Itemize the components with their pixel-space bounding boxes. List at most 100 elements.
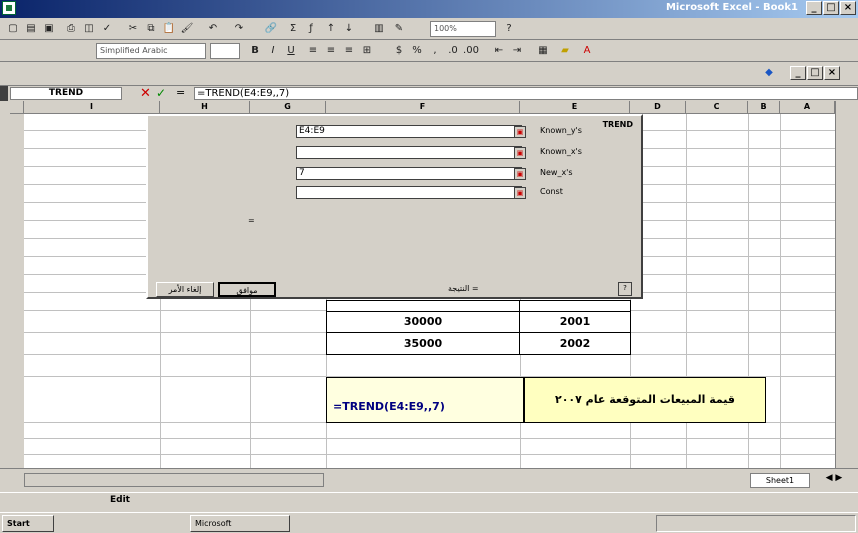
taskbar-button-excel[interactable]: Microsoft: [190, 515, 290, 532]
name-box[interactable]: TREND: [10, 87, 122, 100]
table-cell-value[interactable]: 35000: [326, 332, 520, 355]
redo-icon[interactable]: ↷: [230, 21, 248, 37]
print-preview-icon[interactable]: ◫: [80, 21, 98, 37]
new-icon[interactable]: ▢: [4, 21, 22, 37]
reviewing-toolbar: ◆ _ □ ×: [0, 62, 858, 86]
grid-line: [24, 454, 835, 455]
currency-icon[interactable]: $: [390, 43, 408, 59]
sheet-nav-arrows[interactable]: ◀ ▶: [812, 473, 856, 488]
merge-center-icon[interactable]: ⊞: [358, 43, 376, 59]
function-arguments-dialog: TREND E4:E9 ▣ Known_y's ▣ Known_x's 7 ▣ …: [146, 114, 643, 299]
font-size-select[interactable]: [210, 43, 240, 59]
start-button[interactable]: Start: [2, 515, 54, 532]
formula-input[interactable]: =TREND(E4:E9,,7): [194, 87, 858, 100]
collapse-dialog-icon[interactable]: ▣: [514, 147, 526, 159]
column-header-d[interactable]: D: [630, 101, 686, 114]
hyperlink-icon[interactable]: 🔗: [262, 21, 280, 37]
save-icon[interactable]: ▣: [40, 21, 58, 37]
open-icon[interactable]: ▤: [22, 21, 40, 37]
column-header-e[interactable]: E: [520, 101, 630, 114]
const-label: Const: [540, 187, 563, 196]
ok-button[interactable]: موافق: [218, 282, 276, 297]
const-input[interactable]: [296, 186, 522, 199]
align-right-icon[interactable]: ≡: [340, 43, 358, 59]
equals-icon[interactable]: =: [176, 86, 185, 99]
drawing-icon[interactable]: ✎: [390, 21, 408, 37]
bold-icon[interactable]: B: [246, 43, 264, 59]
font-name-select[interactable]: Simplified Arabic: [96, 43, 206, 59]
close-button[interactable]: ×: [840, 1, 856, 15]
title-bar: Microsoft Excel - Book1 _ □ ×: [0, 0, 858, 18]
known-ys-input[interactable]: E4:E9: [296, 125, 522, 138]
collapse-dialog-icon[interactable]: ▣: [514, 187, 526, 199]
column-header-g[interactable]: G: [250, 101, 326, 114]
column-header-a[interactable]: A: [780, 101, 835, 114]
decrease-decimal-icon[interactable]: .00: [462, 43, 480, 59]
horizontal-scrollbar[interactable]: [24, 473, 324, 487]
comma-icon[interactable]: ,: [426, 43, 444, 59]
minimize-button[interactable]: _: [806, 1, 822, 15]
help-icon[interactable]: ?: [500, 21, 518, 37]
enter-formula-icon[interactable]: ✓: [156, 86, 166, 100]
workbook-close-button[interactable]: ×: [824, 66, 840, 80]
status-mode: Edit: [110, 495, 130, 505]
sheet-tab-active[interactable]: Sheet1: [750, 473, 810, 488]
print-icon[interactable]: ⎙: [62, 21, 80, 37]
align-left-icon[interactable]: ≡: [304, 43, 322, 59]
column-header-i[interactable]: I: [24, 101, 160, 114]
zoom-select[interactable]: 100%: [430, 21, 496, 37]
workbook-minimize-button[interactable]: _: [790, 66, 806, 80]
row-headers: [10, 101, 24, 468]
column-header-b[interactable]: B: [748, 101, 780, 114]
cancel-button[interactable]: إلغاء الأمر: [156, 282, 214, 297]
font-color-icon[interactable]: A: [578, 43, 596, 59]
dialog-title: TREND: [602, 120, 633, 129]
copy-icon[interactable]: ⧉: [142, 21, 160, 37]
collapse-dialog-icon[interactable]: ▣: [514, 168, 526, 180]
chart-wizard-icon[interactable]: ▥: [370, 21, 388, 37]
column-header-c[interactable]: C: [686, 101, 748, 114]
spelling-icon[interactable]: ✓: [98, 21, 116, 37]
column-header-f[interactable]: F: [326, 101, 520, 114]
undo-icon[interactable]: ↶: [204, 21, 222, 37]
increase-indent-icon[interactable]: ⇥: [508, 43, 526, 59]
decrease-indent-icon[interactable]: ⇤: [490, 43, 508, 59]
increase-decimal-icon[interactable]: .0: [444, 43, 462, 59]
table-cell-year[interactable]: 2002: [519, 332, 631, 355]
autosum-icon[interactable]: Σ: [284, 21, 302, 37]
paste-icon[interactable]: 📋: [160, 21, 178, 37]
percent-icon[interactable]: %: [408, 43, 426, 59]
help-icon[interactable]: ?: [618, 282, 632, 296]
fill-color-icon[interactable]: ▰: [556, 43, 574, 59]
cut-icon[interactable]: ✂: [124, 21, 142, 37]
table-cell-value[interactable]: 30000: [326, 311, 520, 333]
borders-icon[interactable]: ▦: [534, 43, 552, 59]
select-all-corner[interactable]: [10, 101, 24, 114]
maximize-button[interactable]: □: [823, 1, 839, 15]
sort-ascending-icon[interactable]: ↑: [322, 21, 340, 37]
workbook-restore-button[interactable]: □: [807, 66, 823, 80]
system-tray: [656, 515, 856, 532]
table-cell-year[interactable]: 2001: [519, 311, 631, 333]
known-ys-label: Known_y's: [540, 126, 582, 135]
italic-icon[interactable]: I: [264, 43, 282, 59]
toolbar-options-icon[interactable]: ◆: [760, 65, 778, 81]
known-xs-input[interactable]: [296, 146, 522, 159]
excel-app-icon[interactable]: [2, 1, 16, 15]
cancel-formula-icon[interactable]: ✕: [140, 86, 151, 101]
format-painter-icon[interactable]: 🖌: [178, 21, 196, 37]
trend-label-cell[interactable]: قيمة المبيعات المتوقعة عام ٢٠٠٧: [524, 377, 766, 423]
align-center-icon[interactable]: ≡: [322, 43, 340, 59]
function-icon[interactable]: ƒ: [302, 21, 320, 37]
known-xs-label: Known_x's: [540, 147, 582, 156]
sort-descending-icon[interactable]: ↓: [340, 21, 358, 37]
trend-formula-cell[interactable]: =TREND(E4:E9,,7): [326, 377, 524, 423]
status-bar: Edit: [0, 492, 858, 508]
collapse-dialog-icon[interactable]: ▣: [514, 126, 526, 138]
formula-result-label: النتيجة =: [448, 284, 479, 293]
windows-taskbar: Start Microsoft: [0, 512, 858, 533]
underline-icon[interactable]: U: [282, 43, 300, 59]
grid-line: [780, 114, 781, 468]
new-xs-input[interactable]: 7: [296, 167, 522, 180]
column-header-h[interactable]: H: [160, 101, 250, 114]
